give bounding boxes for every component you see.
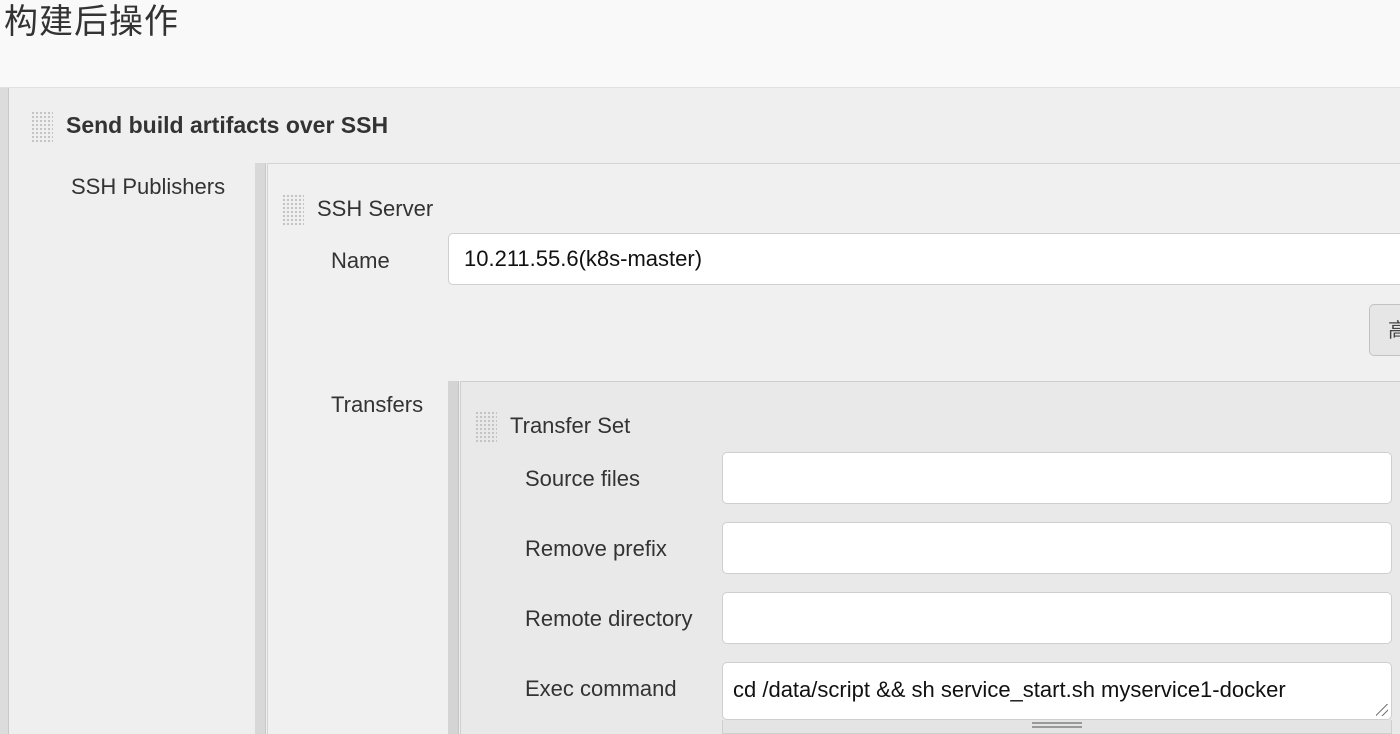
expand-handle-icon[interactable] xyxy=(1032,722,1082,728)
transfer-set-bar xyxy=(448,381,459,734)
post-build-section-header: 构建后操作 xyxy=(0,0,1400,88)
exec-command-label: Exec command xyxy=(525,676,677,701)
resize-grip-icon[interactable] xyxy=(1376,704,1388,716)
publishers-bar xyxy=(255,163,266,734)
ssh-server-title: SSH Server xyxy=(317,196,434,221)
remote-directory-label: Remote directory xyxy=(525,606,693,631)
name-label: Name xyxy=(331,248,390,273)
remove-prefix-label: Remove prefix xyxy=(525,536,667,561)
remove-prefix-input[interactable] xyxy=(722,522,1392,574)
advanced-button[interactable]: 高 xyxy=(1369,304,1400,356)
source-files-input[interactable] xyxy=(722,452,1392,504)
jenkins-job-config-page: 构建后操作 Send build artifacts over SSH SSH … xyxy=(0,0,1400,734)
plugin-drag-handle-icon[interactable] xyxy=(31,111,53,143)
remote-directory-input[interactable] xyxy=(722,592,1392,644)
ssh-publishers-label: SSH Publishers xyxy=(71,174,226,199)
exec-command-text: cd /data/script && sh service_start.sh m… xyxy=(733,677,1286,702)
section-title: 构建后操作 xyxy=(4,2,179,42)
source-files-label: Source files xyxy=(525,466,640,491)
transfer-set-title: Transfer Set xyxy=(510,413,631,438)
exec-command-textarea[interactable]: cd /data/script && sh service_start.sh m… xyxy=(722,662,1392,720)
plugin-panel-bar xyxy=(0,88,9,734)
server-name-select[interactable]: 10.211.55.6(k8s-master) xyxy=(448,233,1400,285)
transfer-set-drag-handle-icon[interactable] xyxy=(475,411,497,443)
ssh-server-drag-handle-icon[interactable] xyxy=(282,194,304,226)
plugin-title: Send build artifacts over SSH xyxy=(66,112,389,138)
transfers-label: Transfers xyxy=(331,392,424,417)
